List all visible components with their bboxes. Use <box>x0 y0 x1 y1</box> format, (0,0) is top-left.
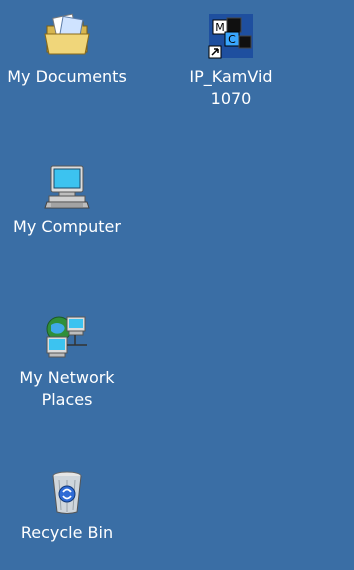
desktop-icon-my-documents[interactable]: My Documents <box>0 12 142 88</box>
folder-documents-icon <box>44 13 90 55</box>
network-places-icon <box>46 316 87 358</box>
desktop-icon-recycle-bin[interactable]: Recycle Bin <box>0 468 142 544</box>
desktop-icon-label: Recycle Bin <box>20 523 114 542</box>
svg-text:C: C <box>228 33 236 46</box>
kamvid-shortcut-icon: M C <box>208 14 253 59</box>
desktop-icon-ip-kamvid[interactable]: M C IP_KamVid 1070 <box>156 12 306 110</box>
desktop-icon-label: My Network Places <box>19 368 115 409</box>
desktop-icon-label: My Computer <box>13 217 121 236</box>
desktop-icon-my-computer[interactable]: My Computer <box>0 162 142 238</box>
desktop-icon-label: My Documents <box>7 67 127 86</box>
svg-text:M: M <box>215 21 225 34</box>
computer-icon <box>44 165 90 209</box>
desktop-icon-my-network-places[interactable]: My Network Places <box>0 313 142 411</box>
recycle-bin-icon <box>52 471 82 514</box>
desktop-icon-label: IP_KamVid 1070 <box>189 67 273 108</box>
desktop[interactable]: My Documents M C IP_KamVid 1070 My Compu… <box>0 0 354 570</box>
